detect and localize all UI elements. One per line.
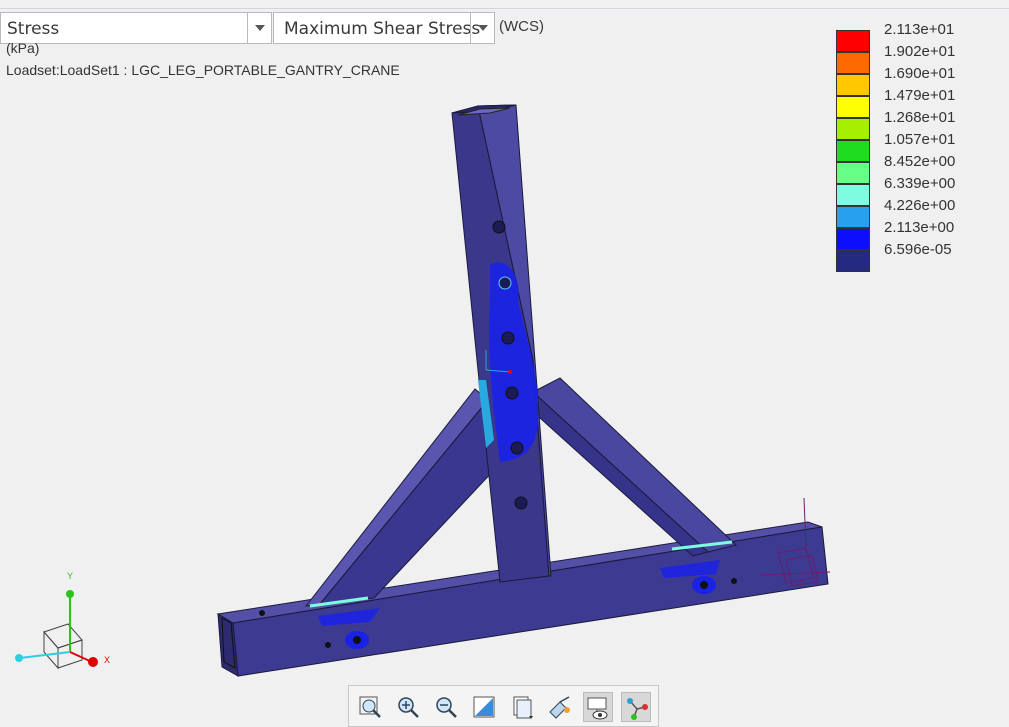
zoom-out-icon[interactable] (431, 692, 461, 722)
legend-value: 2.113e+01 (884, 21, 955, 38)
loadset-label: Loadset:LoadSet1 : LGC_LEG_PORTABLE_GANT… (6, 62, 400, 78)
triad-y-label: Y (67, 571, 74, 581)
chevron-down-icon[interactable] (247, 13, 271, 43)
legend-swatch (836, 140, 870, 162)
quantity-dropdown-value: Stress (7, 19, 60, 39)
legend-value: 8.452e+00 (884, 153, 956, 170)
saved-views-icon[interactable] (507, 692, 537, 722)
legend-value: 6.596e-05 (884, 241, 952, 258)
legend-swatch (836, 162, 870, 184)
legend-value: 2.113e+00 (884, 219, 955, 236)
legend-swatch (836, 96, 870, 118)
legend-value: 1.690e+01 (884, 65, 956, 82)
triad-x-label: X (104, 655, 111, 665)
legend-swatch (836, 30, 870, 52)
legend-value: 1.902e+01 (884, 43, 956, 60)
legend-swatch (836, 118, 870, 140)
quantity-dropdown[interactable]: Stress (0, 12, 272, 44)
legend-swatch (836, 74, 870, 96)
legend-swatch (836, 228, 870, 250)
repaint-icon[interactable] (469, 692, 499, 722)
legend-swatch (836, 184, 870, 206)
crane-leg-model (216, 104, 831, 677)
view-manager-icon[interactable] (545, 692, 575, 722)
legend-value: 1.057e+01 (884, 131, 956, 148)
legend-swatch (836, 52, 870, 74)
component-dropdown[interactable]: Maximum Shear Stress (273, 12, 495, 44)
legend-value: 1.268e+01 (884, 109, 956, 126)
legend-value: 4.226e+00 (884, 197, 956, 214)
legend-swatch (836, 206, 870, 228)
display-style-icon[interactable] (583, 692, 613, 722)
csys-label: (WCS) (499, 18, 544, 35)
legend-value: 1.479e+01 (884, 87, 956, 104)
chevron-down-icon[interactable] (470, 13, 494, 43)
view-toolbar (348, 685, 659, 727)
zoom-in-icon[interactable] (393, 692, 423, 722)
orientation-triad (15, 590, 98, 670)
units-label: (kPa) (6, 40, 40, 56)
legend-value: 6.339e+00 (884, 175, 956, 192)
component-dropdown-value: Maximum Shear Stress (284, 19, 481, 39)
refit-icon[interactable] (355, 692, 385, 722)
legend-swatch (836, 250, 870, 272)
datum-display-icon[interactable] (621, 692, 651, 722)
legend-entry: 6.596e-05 (836, 241, 996, 272)
